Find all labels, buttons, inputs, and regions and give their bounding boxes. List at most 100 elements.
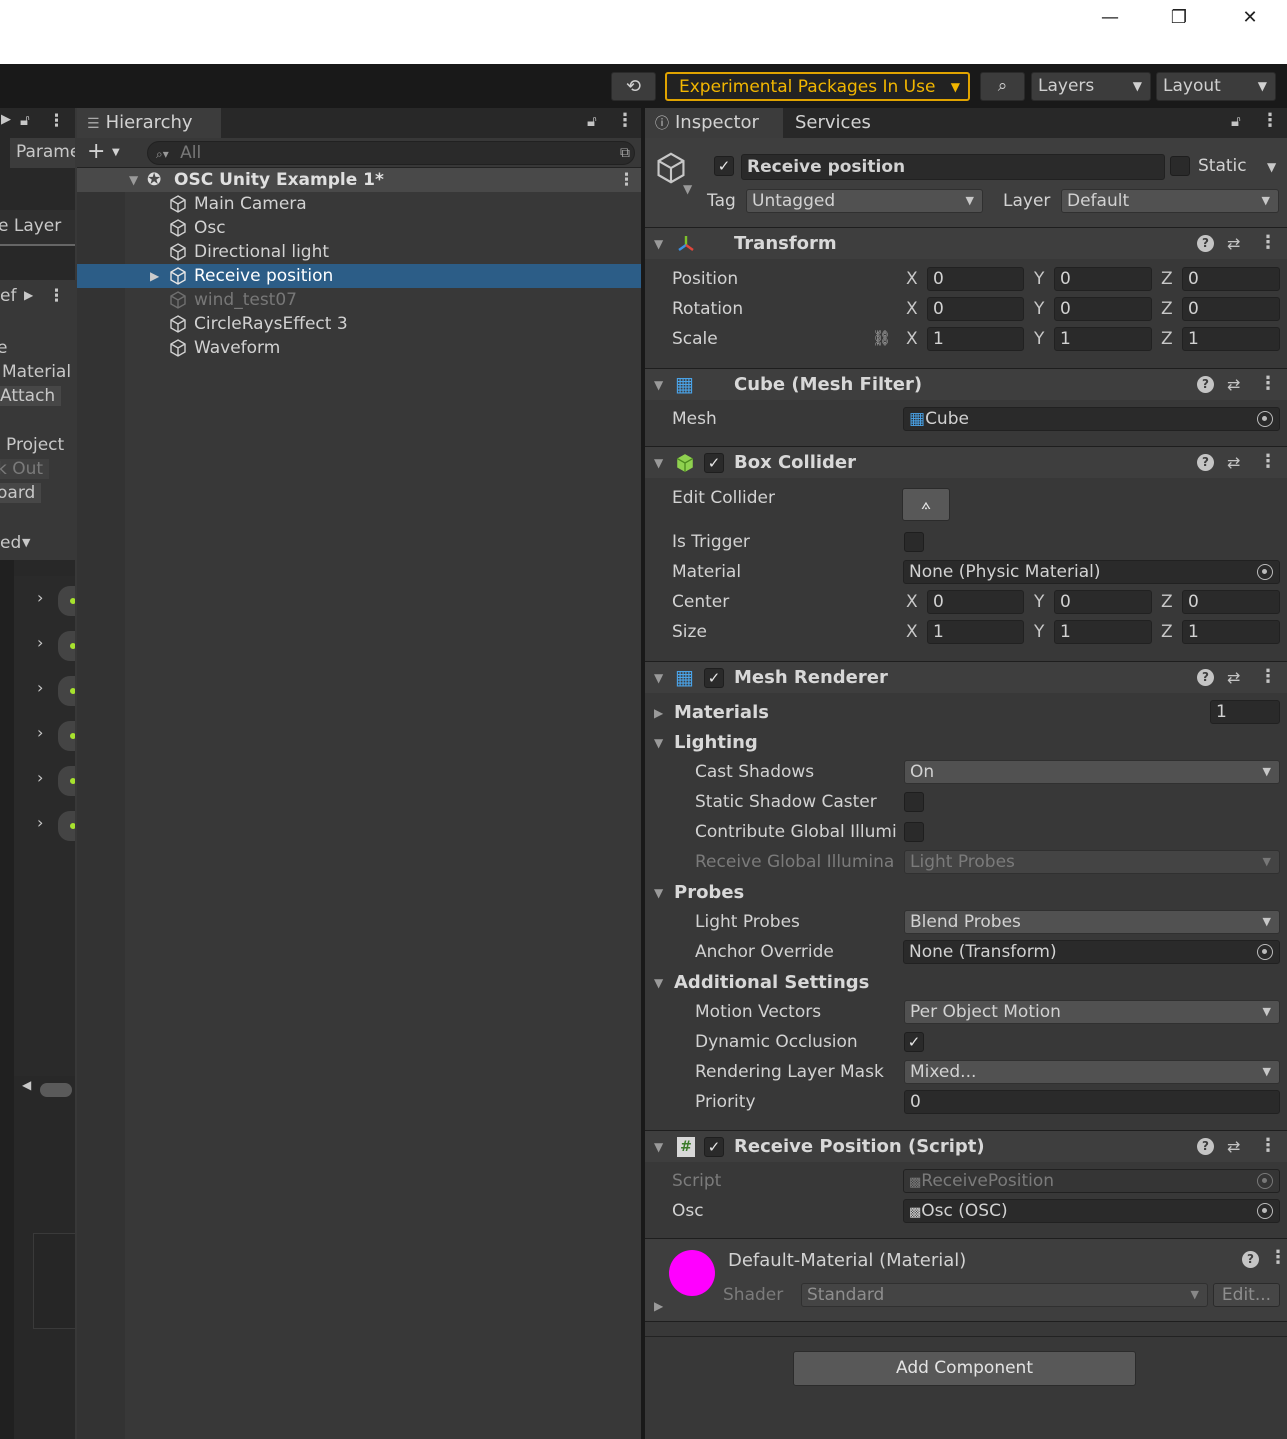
more-icon[interactable]: ⋮ — [1259, 1135, 1277, 1156]
presets-icon[interactable]: ⇄ — [1227, 234, 1240, 253]
expand-triangle-icon[interactable]: ▼ — [654, 456, 663, 470]
add-icon[interactable]: + — [87, 139, 105, 164]
box-collider-header[interactable]: ▼ ✓ Box Collider ? ⇄ ⋮ — [645, 446, 1287, 478]
contribute-gi-checkbox[interactable] — [904, 822, 924, 842]
presets-icon[interactable]: ⇄ — [1227, 668, 1240, 687]
lighting-foldout[interactable]: Lighting — [674, 732, 758, 753]
mesh-renderer-header[interactable]: ▼ ▦ ✓ Mesh Renderer ? ⇄ ⋮ — [645, 661, 1287, 693]
chevron-down-icon[interactable]: ▼ — [112, 147, 120, 158]
priority-field[interactable]: 0 — [904, 1090, 1280, 1114]
mesh-filter-header[interactable]: ▼ ▦ Cube (Mesh Filter) ? ⇄ ⋮ — [645, 368, 1287, 400]
lock-icon[interactable]: 🔓︎ — [1231, 112, 1241, 130]
additional-settings-foldout[interactable]: Additional Settings — [674, 972, 869, 993]
expand-triangle-icon[interactable]: ▶ — [654, 706, 663, 720]
static-checkbox[interactable] — [1170, 156, 1190, 176]
anchor-override-field[interactable]: None (Transform) — [903, 940, 1280, 964]
rendering-layer-mask-dropdown[interactable]: Mixed... ▼ — [904, 1060, 1280, 1084]
add-component-button[interactable]: Add Component — [793, 1351, 1136, 1386]
expand-triangle-icon[interactable]: ▼ — [129, 168, 138, 192]
chevron-right-icon[interactable]: › — [37, 723, 43, 742]
position-z-field[interactable]: 0 — [1182, 267, 1280, 291]
chevron-right-icon[interactable]: ▶ — [24, 288, 33, 302]
help-icon[interactable]: ? — [1197, 669, 1214, 686]
osc-object-field[interactable]: ▩Osc (OSC) — [903, 1199, 1280, 1223]
hierarchy-search-input[interactable]: ⌕▾ All ⧉ — [147, 141, 635, 165]
hierarchy-item-disabled[interactable]: wind_test07 — [77, 288, 641, 312]
minimize-button[interactable]: — — [1092, 4, 1128, 32]
size-y-field[interactable]: 1 — [1054, 620, 1152, 644]
layer-dropdown[interactable]: Default ▼ — [1061, 189, 1279, 213]
list-item[interactable]: ed — [0, 533, 21, 553]
enabled-checkbox[interactable]: ✓ — [704, 1137, 724, 1157]
presets-icon[interactable]: ⇄ — [1227, 1137, 1240, 1156]
more-icon[interactable]: ⋮ — [618, 168, 635, 192]
scale-x-field[interactable]: 1 — [927, 327, 1024, 351]
edit-collider-button[interactable]: ⟑ — [902, 488, 950, 521]
dynamic-occlusion-checkbox[interactable]: ✓ — [904, 1032, 924, 1052]
scale-y-field[interactable]: 1 — [1054, 327, 1152, 351]
mesh-object-field[interactable]: ▦Cube — [903, 407, 1280, 431]
help-icon[interactable]: ? — [1197, 1138, 1214, 1155]
restore-button[interactable]: ❐ — [1161, 4, 1197, 32]
chevron-right-icon[interactable]: ▶ — [1, 112, 11, 127]
expand-triangle-icon[interactable]: ▼ — [654, 671, 663, 685]
list-item[interactable]: oard — [0, 483, 42, 503]
center-x-field[interactable]: 0 — [927, 590, 1024, 614]
more-icon[interactable]: ⋮ — [1261, 110, 1279, 131]
tab-services[interactable]: Services — [785, 108, 885, 138]
tag-dropdown[interactable]: Untagged ▼ — [746, 189, 983, 213]
cast-shadows-dropdown[interactable]: On ▼ — [904, 760, 1280, 784]
scale-z-field[interactable]: 1 — [1182, 327, 1280, 351]
chevron-right-icon[interactable]: › — [37, 633, 43, 652]
object-picker-icon[interactable] — [1257, 564, 1273, 580]
center-z-field[interactable]: 0 — [1182, 590, 1280, 614]
experimental-packages-button[interactable]: Experimental Packages In Use ▼ — [665, 72, 970, 101]
lock-icon[interactable]: 🔓︎ — [587, 112, 597, 130]
help-icon[interactable]: ? — [1242, 1251, 1259, 1268]
script-header[interactable]: ▼ # ✓ Receive Position (Script) ? ⇄ ⋮ — [645, 1130, 1287, 1162]
chevron-right-icon[interactable]: › — [37, 678, 43, 697]
horizontal-scrollbar[interactable] — [40, 1083, 72, 1097]
params-tab[interactable]: Parame — [10, 138, 75, 168]
help-icon[interactable]: ? — [1197, 454, 1214, 471]
history-icon[interactable]: ⟲ — [611, 72, 656, 101]
transform-header[interactable]: ▼ Transform ? ⇄ ⋮ — [645, 227, 1287, 259]
materials-foldout[interactable]: Materials — [674, 702, 769, 723]
more-icon[interactable]: ⋮ — [1259, 373, 1277, 394]
hierarchy-item[interactable]: Waveform — [77, 336, 641, 360]
expand-triangle-icon[interactable]: ▼ — [654, 237, 663, 251]
more-icon[interactable]: ⋮ — [616, 110, 634, 131]
probes-foldout[interactable]: Probes — [674, 882, 744, 903]
presets-icon[interactable]: ⇄ — [1227, 375, 1240, 394]
expand-triangle-icon[interactable]: ▶ — [654, 1299, 663, 1313]
expand-triangle-icon[interactable]: ▼ — [654, 736, 663, 750]
expand-triangle-icon[interactable]: ▶ — [150, 264, 159, 288]
active-checkbox[interactable]: ✓ — [714, 156, 734, 176]
more-icon[interactable]: ⋮ — [1259, 666, 1277, 687]
position-x-field[interactable]: 0 — [927, 267, 1024, 291]
close-button[interactable]: ✕ — [1232, 4, 1268, 32]
layers-dropdown[interactable]: Layers ▼ — [1031, 72, 1151, 101]
more-icon[interactable]: ⋮ — [1259, 451, 1277, 472]
hierarchy-item[interactable]: CircleRaysEffect 3 — [77, 312, 641, 336]
hierarchy-item[interactable]: Osc — [77, 216, 641, 240]
enabled-checkbox[interactable]: ✓ — [704, 453, 724, 473]
tab-inspector[interactable]: ⓘ Inspector — [645, 108, 783, 138]
expand-triangle-icon[interactable]: ▼ — [654, 976, 663, 990]
more-icon[interactable]: ⋮ — [1269, 1247, 1287, 1268]
rotation-z-field[interactable]: 0 — [1182, 297, 1280, 321]
edit-shader-button[interactable]: Edit... — [1213, 1283, 1280, 1307]
search-options-icon[interactable]: ⧉ — [620, 142, 630, 164]
chevron-right-icon[interactable]: › — [37, 768, 43, 787]
chevron-down-icon[interactable]: ▼ — [1267, 160, 1276, 174]
layer-tab[interactable]: e Layer — [0, 210, 75, 246]
enabled-checkbox[interactable]: ✓ — [704, 668, 724, 688]
presets-icon[interactable]: ⇄ — [1227, 453, 1240, 472]
chevron-down-icon[interactable]: ▼ — [683, 182, 692, 196]
expand-triangle-icon[interactable]: ▼ — [654, 1140, 663, 1154]
expand-triangle-icon[interactable]: ▼ — [654, 378, 663, 392]
size-x-field[interactable]: 1 — [927, 620, 1024, 644]
object-picker-icon[interactable] — [1257, 411, 1273, 427]
attach-button[interactable]: Attach — [0, 386, 62, 406]
help-icon[interactable]: ? — [1197, 376, 1214, 393]
